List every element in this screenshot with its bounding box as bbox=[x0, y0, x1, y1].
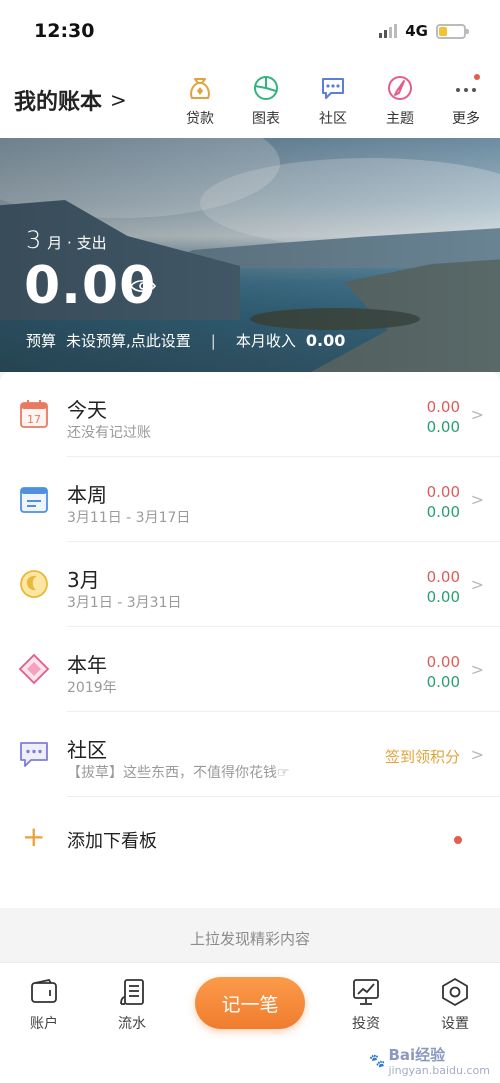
month-suffix: 月 · 支出 bbox=[47, 234, 107, 252]
list-item-week[interactable]: 本周 3月11日 - 3月17日 0.00 0.00 > bbox=[0, 457, 500, 542]
app-header: 我的账本 > 贷款 图表 社区 主题 更多 bbox=[0, 62, 500, 138]
theme-button[interactable]: 主题 bbox=[375, 74, 425, 128]
tab-label: 设置 bbox=[441, 1016, 469, 1032]
row-subtitle: 3月1日 - 3月31日 bbox=[67, 595, 182, 611]
diamond-icon bbox=[18, 653, 50, 685]
more-label: 更多 bbox=[452, 111, 480, 127]
community-label: 社区 bbox=[319, 111, 347, 127]
add-board-label: 添加下看板 bbox=[67, 831, 157, 852]
checkin-points-link[interactable]: 签到领积分 bbox=[385, 746, 460, 767]
book-selector[interactable]: 我的账本 > bbox=[14, 84, 127, 116]
chevron-right-icon: > bbox=[470, 405, 484, 424]
chevron-right-icon: > bbox=[470, 660, 484, 679]
income-value: 0.00 bbox=[426, 673, 460, 691]
income-value: 0.00 bbox=[305, 331, 346, 350]
network-type: 4G bbox=[405, 22, 428, 40]
paw-icon: 🐾 bbox=[369, 1053, 386, 1069]
more-dots-icon bbox=[452, 74, 480, 102]
more-button[interactable]: 更多 bbox=[441, 74, 491, 128]
expense-value: 0.00 bbox=[426, 568, 460, 586]
chart-label: 图表 bbox=[252, 111, 280, 127]
budget-label: 预算 bbox=[26, 332, 57, 350]
chat-bubble-icon bbox=[18, 738, 50, 770]
tab-flow[interactable]: 流水 bbox=[102, 977, 162, 1033]
pie-chart-icon bbox=[252, 74, 280, 102]
budget-row[interactable]: 预算 未设预算,点此设置 | 本月收入 0.00 bbox=[26, 330, 345, 351]
row-title: 社区 bbox=[67, 738, 107, 762]
settings-hexagon-icon bbox=[440, 977, 470, 1007]
theme-brush-icon bbox=[386, 74, 414, 102]
expense-value: 0.00 bbox=[426, 653, 460, 671]
calendar-17-icon: 17 bbox=[18, 398, 50, 430]
calendar-week-icon bbox=[18, 483, 50, 515]
wallet-icon bbox=[29, 977, 59, 1007]
moon-icon bbox=[18, 568, 50, 600]
money-bag-icon bbox=[186, 74, 214, 102]
record-button[interactable]: 记一笔 bbox=[195, 977, 305, 1029]
month-expense-label: 3 月 · 支出 bbox=[26, 226, 107, 254]
expense-value: 0.00 bbox=[426, 398, 460, 416]
svg-text:17: 17 bbox=[27, 413, 41, 426]
row-subtitle: 3月11日 - 3月17日 bbox=[67, 510, 191, 526]
signal-icon bbox=[379, 24, 398, 38]
monthly-summary-banner[interactable]: 3 月 · 支出 0.00 预算 未设预算,点此设置 | 本月收入 0.00 bbox=[0, 138, 500, 372]
watermark-main: Bai经验 bbox=[388, 1045, 446, 1064]
notification-dot bbox=[454, 836, 462, 844]
loan-label: 贷款 bbox=[186, 111, 214, 127]
loan-button[interactable]: 贷款 bbox=[175, 74, 225, 128]
plus-icon: + bbox=[22, 820, 46, 853]
book-title: 我的账本 bbox=[14, 90, 103, 115]
watermark: 🐾 Bai经验 jingyan.baidu.com bbox=[369, 1046, 490, 1077]
row-title: 本周 bbox=[67, 483, 107, 507]
tab-settings[interactable]: 设置 bbox=[425, 977, 485, 1033]
chart-button[interactable]: 图表 bbox=[241, 74, 291, 128]
community-button[interactable]: 社区 bbox=[308, 74, 358, 128]
tab-invest[interactable]: 投资 bbox=[336, 977, 396, 1033]
list-item-community[interactable]: 社区 【拔草】这些东西，不值得你花钱☞ 签到领积分 > bbox=[0, 712, 500, 797]
status-bar: 12:30 4G bbox=[0, 0, 500, 62]
ledger-icon bbox=[117, 977, 147, 1007]
row-subtitle: 还没有记过账 bbox=[67, 425, 151, 441]
income-value: 0.00 bbox=[426, 418, 460, 436]
chevron-right-icon: > bbox=[470, 575, 484, 594]
expense-value: 0.00 bbox=[426, 483, 460, 501]
tab-label: 账户 bbox=[30, 1016, 58, 1032]
row-title: 本年 bbox=[67, 653, 107, 677]
list-item-year[interactable]: 本年 2019年 0.00 0.00 > bbox=[0, 627, 500, 712]
row-title: 今天 bbox=[67, 398, 107, 422]
tab-label: 投资 bbox=[352, 1016, 380, 1032]
month-number: 3 bbox=[26, 226, 42, 254]
row-subtitle: 【拔草】这些东西，不值得你花钱☞ bbox=[67, 765, 290, 781]
chevron-right-icon: > bbox=[470, 745, 484, 764]
watermark-sub: jingyan.baidu.com bbox=[388, 1063, 490, 1077]
row-subtitle: 2019年 bbox=[67, 680, 117, 696]
chevron-right-icon: > bbox=[110, 88, 127, 112]
battery-icon bbox=[436, 23, 469, 39]
list-item-today[interactable]: 17 今天 还没有记过账 0.00 0.00 > bbox=[0, 372, 500, 457]
tab-label: 流水 bbox=[118, 1016, 146, 1032]
tab-account[interactable]: 账户 bbox=[14, 977, 74, 1033]
pull-up-hint: 上拉发现精彩内容 bbox=[189, 930, 310, 948]
status-indicators: 4G bbox=[379, 22, 469, 40]
notification-dot bbox=[474, 74, 480, 80]
income-value: 0.00 bbox=[426, 588, 460, 606]
list-item-month[interactable]: 3月 3月1日 - 3月31日 0.00 0.00 > bbox=[0, 542, 500, 627]
budget-value[interactable]: 未设预算,点此设置 bbox=[66, 330, 191, 351]
bottom-tab-bar: 账户 流水 记一笔 投资 设置 🐾 Bai经验 jingyan.baidu.co… bbox=[0, 962, 500, 1083]
trend-chart-icon bbox=[351, 977, 381, 1007]
status-time: 12:30 bbox=[34, 20, 95, 42]
row-title: 3月 bbox=[67, 568, 100, 592]
divider: | bbox=[210, 331, 216, 350]
add-board-button[interactable]: + 添加下看板 bbox=[0, 797, 500, 882]
chevron-right-icon: > bbox=[470, 490, 484, 509]
chat-bubble-icon bbox=[319, 74, 347, 102]
eye-icon[interactable] bbox=[130, 278, 156, 293]
income-label: 本月收入 bbox=[235, 332, 296, 350]
income-value: 0.00 bbox=[426, 503, 460, 521]
summary-card: 17 今天 还没有记过账 0.00 0.00 > 本周 3月11日 - 3月17… bbox=[0, 372, 500, 908]
theme-label: 主题 bbox=[386, 111, 414, 127]
